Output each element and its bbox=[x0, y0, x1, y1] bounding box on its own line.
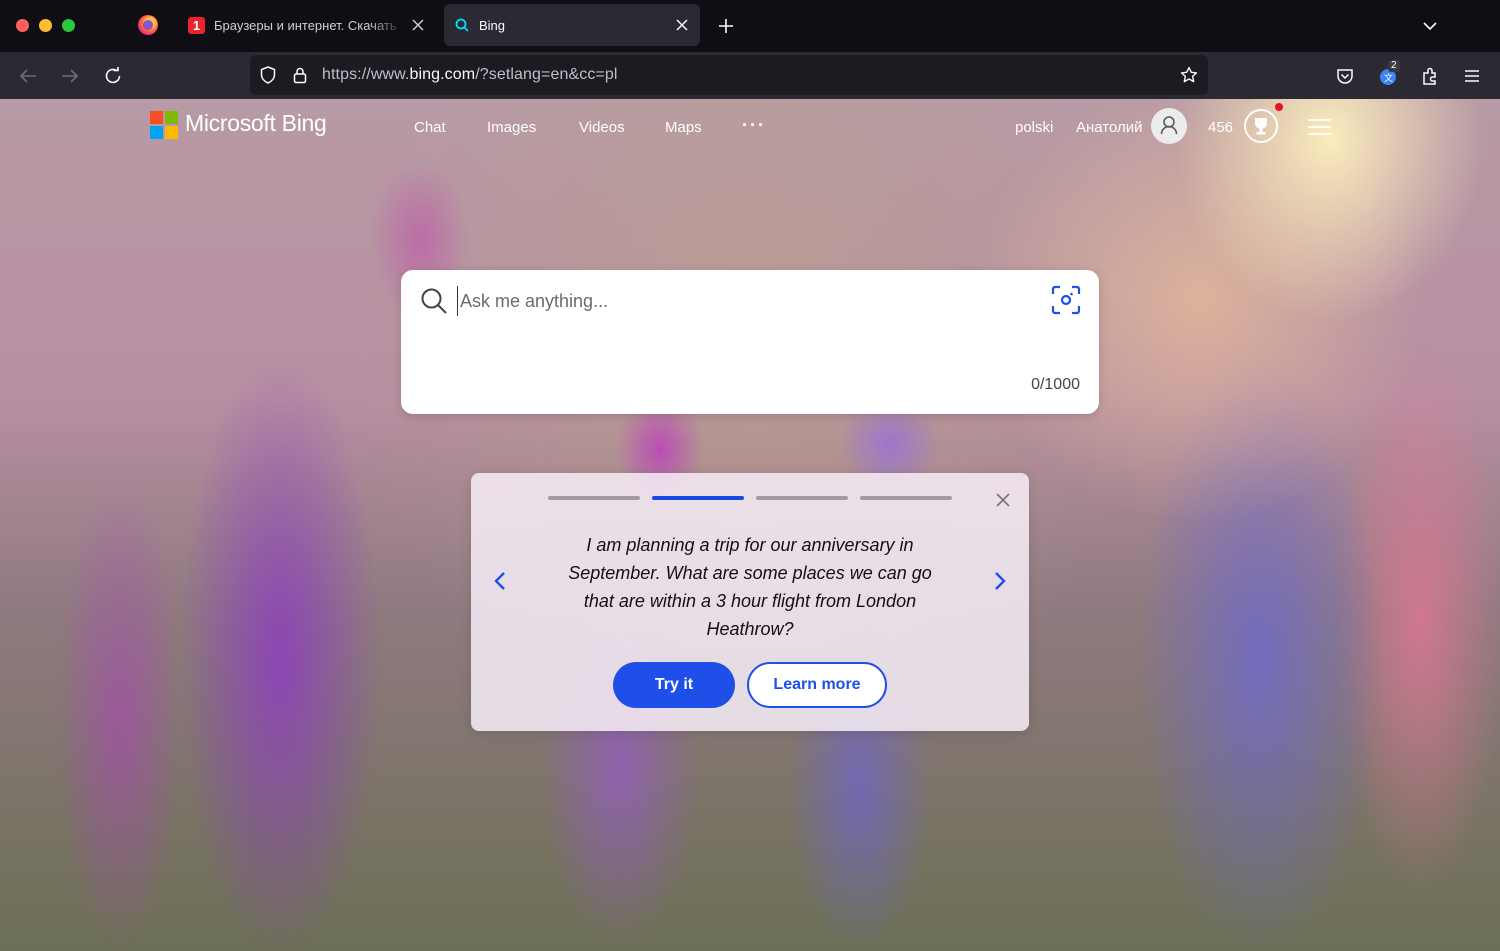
bookmark-star-icon[interactable] bbox=[1179, 65, 1199, 85]
address-bar[interactable]: https://www.bing.com/?setlang=en&cc=pl bbox=[250, 55, 1208, 95]
suggestion-prompt-text: I am planning a trip for our anniversary… bbox=[568, 535, 932, 639]
nav-more-button[interactable]: ··· bbox=[742, 115, 766, 136]
brand-title[interactable]: Microsoft Bing bbox=[185, 110, 327, 137]
svg-text:文: 文 bbox=[1384, 72, 1393, 83]
close-window-button[interactable] bbox=[16, 19, 29, 32]
nav-maps[interactable]: Maps bbox=[665, 119, 702, 136]
extension-translate-button[interactable]: 文 2 bbox=[1377, 60, 1401, 89]
reload-icon[interactable] bbox=[102, 65, 124, 87]
rewards-points[interactable]: 456 bbox=[1208, 119, 1233, 136]
forward-arrow-icon[interactable] bbox=[59, 65, 81, 87]
bing-header: Microsoft Bing Chat Images Videos Maps ·… bbox=[0, 99, 1500, 155]
maximize-window-button[interactable] bbox=[62, 19, 75, 32]
avatar[interactable] bbox=[1151, 108, 1187, 144]
search-favicon-icon bbox=[455, 18, 469, 32]
carousel-step-2[interactable] bbox=[652, 496, 744, 500]
nav-videos[interactable]: Videos bbox=[579, 119, 625, 136]
site-favicon-icon: 1 bbox=[188, 16, 205, 34]
minimize-window-button[interactable] bbox=[39, 19, 52, 32]
try-it-button[interactable]: Try it bbox=[613, 662, 735, 708]
character-counter: 0/1000 bbox=[1031, 376, 1080, 393]
tab-softportal[interactable]: 1 Браузеры и интернет. Скачать bbox=[178, 4, 436, 46]
search-box: 0/1000 bbox=[401, 270, 1099, 414]
search-input[interactable] bbox=[457, 286, 1020, 316]
tab-title: Браузеры и интернет. Скачать bbox=[214, 17, 397, 33]
list-all-tabs-icon[interactable] bbox=[1420, 16, 1440, 36]
close-tab-icon[interactable] bbox=[670, 13, 694, 37]
new-tab-icon[interactable] bbox=[714, 14, 738, 38]
carousel-step-4[interactable] bbox=[860, 496, 952, 500]
notification-dot bbox=[1275, 103, 1283, 111]
close-icon[interactable] bbox=[993, 490, 1013, 510]
url-text[interactable]: https://www.bing.com/?setlang=en&cc=pl bbox=[322, 66, 618, 84]
rewards-trophy-icon[interactable] bbox=[1243, 108, 1279, 144]
user-name[interactable]: Анатолий bbox=[1076, 119, 1143, 136]
lock-icon[interactable] bbox=[290, 65, 310, 85]
extensions-puzzle-icon[interactable] bbox=[1419, 65, 1441, 87]
hamburger-menu-icon[interactable] bbox=[1308, 118, 1331, 136]
language-link[interactable]: polski bbox=[1015, 119, 1053, 136]
close-tab-icon[interactable] bbox=[406, 13, 430, 37]
user-icon bbox=[1160, 116, 1178, 135]
firefox-view-icon[interactable] bbox=[138, 15, 158, 35]
visual-search-camera-icon[interactable] bbox=[1049, 283, 1083, 317]
back-arrow-icon[interactable] bbox=[17, 65, 39, 87]
tab-bing[interactable]: Bing bbox=[444, 4, 700, 46]
chevron-right-icon[interactable] bbox=[989, 569, 1011, 593]
carousel-step-1[interactable] bbox=[548, 496, 640, 500]
chevron-left-icon[interactable] bbox=[489, 569, 511, 593]
bing-homepage: Microsoft Bing Chat Images Videos Maps ·… bbox=[0, 99, 1500, 951]
browser-titlebar: 1 Браузеры и интернет. Скачать Bing bbox=[0, 0, 1500, 52]
extension-badge: 2 bbox=[1388, 60, 1400, 72]
carousel-step-3[interactable] bbox=[756, 496, 848, 500]
search-icon bbox=[421, 288, 447, 314]
nav-chat[interactable]: Chat bbox=[414, 119, 446, 136]
pocket-icon[interactable] bbox=[1334, 65, 1356, 87]
tab-title: Bing bbox=[479, 17, 506, 33]
nav-images[interactable]: Images bbox=[487, 119, 536, 136]
learn-more-button[interactable]: Learn more bbox=[747, 662, 887, 708]
tracking-shield-icon[interactable] bbox=[258, 65, 278, 85]
suggestion-card: I am planning a trip for our anniversary… bbox=[471, 473, 1029, 731]
microsoft-logo-icon[interactable] bbox=[150, 111, 178, 139]
app-menu-icon[interactable] bbox=[1461, 65, 1483, 87]
